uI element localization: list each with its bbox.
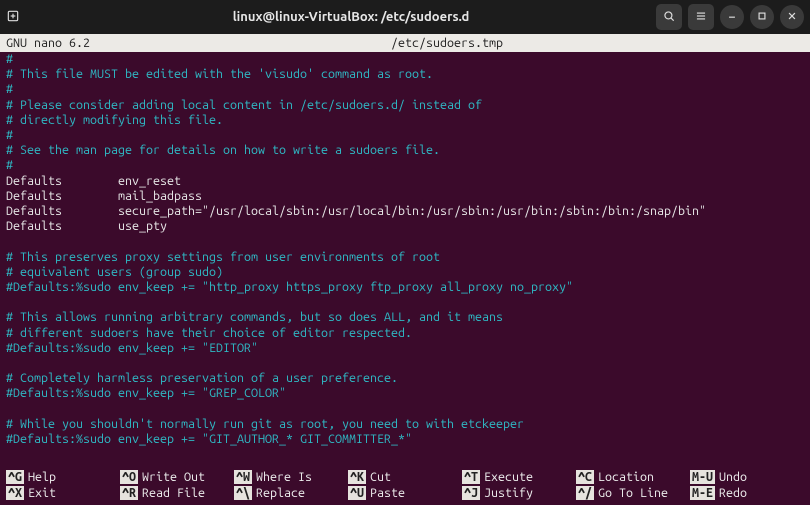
editor-line: # equivalent users (group sudo) <box>6 265 804 280</box>
editor-line: # <box>6 52 804 67</box>
close-button[interactable] <box>780 5 804 29</box>
editor-line: Defaults secure_path="/usr/local/sbin:/u… <box>6 204 804 219</box>
shortcut-item[interactable]: ^T Execute <box>462 469 576 485</box>
shortcut-key: ^J <box>462 486 480 500</box>
shortcut-label: Execute <box>484 470 533 484</box>
shortcut-key: ^K <box>348 470 366 484</box>
shortcut-item[interactable]: M-E Redo <box>690 485 804 501</box>
shortcut-item[interactable]: ^W Where Is <box>234 469 348 485</box>
nano-filename: /etc/sudoers.tmp <box>90 36 804 50</box>
window-titlebar: linux@linux-VirtualBox: /etc/sudoers.d <box>0 0 810 34</box>
shortcut-label: Cut <box>370 470 391 484</box>
shortcut-label: Write Out <box>142 470 205 484</box>
editor-line: Defaults mail_badpass <box>6 189 804 204</box>
editor-line <box>6 356 804 371</box>
minimize-icon <box>725 9 739 26</box>
editor-line: # different sudoers have their choice of… <box>6 326 804 341</box>
shortcut-item[interactable]: ^J Justify <box>462 485 576 501</box>
shortcut-label: Where Is <box>256 470 312 484</box>
shortcut-key: ^/ <box>576 486 594 500</box>
titlebar-right <box>656 4 804 30</box>
shortcut-label: Go To Line <box>598 486 668 500</box>
shortcut-item[interactable]: ^O Write Out <box>120 469 234 485</box>
shortcut-label: Location <box>598 470 654 484</box>
editor-line: # This allows running arbitrary commands… <box>6 310 804 325</box>
editor-line: # Completely harmless preservation of a … <box>6 371 804 386</box>
minimize-button[interactable] <box>720 5 744 29</box>
shortcut-key: M-U <box>690 470 715 484</box>
editor-content[interactable]: ## This file MUST be edited with the 'vi… <box>0 52 810 451</box>
shortcut-label: Exit <box>28 486 56 500</box>
new-tab-icon[interactable] <box>6 9 20 26</box>
editor-line: #Defaults:%sudo env_keep += "http_proxy … <box>6 280 804 295</box>
shortcut-key: ^U <box>348 486 366 500</box>
editor-line <box>6 295 804 310</box>
hamburger-icon <box>694 9 708 26</box>
shortcut-label: Paste <box>370 486 405 500</box>
editor-line: Defaults use_pty <box>6 219 804 234</box>
shortcut-item[interactable]: ^R Read File <box>120 485 234 501</box>
shortcut-item[interactable]: ^G Help <box>6 469 120 485</box>
editor-line <box>6 402 804 417</box>
shortcut-key: ^C <box>576 470 594 484</box>
shortcut-label: Redo <box>719 486 747 500</box>
editor-line: # <box>6 158 804 173</box>
shortcut-key: ^G <box>6 470 24 484</box>
menu-button[interactable] <box>688 4 714 30</box>
shortcut-key: ^X <box>6 486 24 500</box>
editor-line: # While you shouldn't normally run git a… <box>6 417 804 432</box>
maximize-button[interactable] <box>750 5 774 29</box>
shortcut-key: M-E <box>690 486 715 500</box>
shortcut-item[interactable]: ^K Cut <box>348 469 462 485</box>
shortcut-key: ^O <box>120 470 138 484</box>
shortcut-item[interactable]: M-U Undo <box>690 469 804 485</box>
shortcut-key: ^R <box>120 486 138 500</box>
editor-line: # This file MUST be edited with the 'vis… <box>6 67 804 82</box>
editor-line: Defaults env_reset <box>6 174 804 189</box>
shortcut-item[interactable]: ^C Location <box>576 469 690 485</box>
editor-line: #Defaults:%sudo env_keep += "EDITOR" <box>6 341 804 356</box>
search-icon <box>662 9 676 26</box>
shortcut-item[interactable]: ^U Paste <box>348 485 462 501</box>
titlebar-left <box>6 9 46 26</box>
nano-version: GNU nano 6.2 <box>6 36 90 50</box>
editor-line: #Defaults:%sudo env_keep += "GREP_COLOR" <box>6 386 804 401</box>
shortcut-label: Read File <box>142 486 205 500</box>
shortcut-item[interactable]: ^/ Go To Line <box>576 485 690 501</box>
shortcut-label: Help <box>28 470 56 484</box>
shortcut-key: ^T <box>462 470 480 484</box>
close-icon <box>785 9 799 26</box>
nano-shortcut-bar: ^G Help ^O Write Out ^W Where Is ^K Cut ^T Execut… <box>6 469 804 501</box>
editor-line: # See the man page for details on how to… <box>6 143 804 158</box>
maximize-icon <box>755 9 769 26</box>
nano-statusbar: GNU nano 6.2 /etc/sudoers.tmp <box>0 34 810 52</box>
editor-line: # This preserves proxy settings from use… <box>6 250 804 265</box>
shortcut-label: Undo <box>719 470 747 484</box>
shortcut-item[interactable]: ^X Exit <box>6 485 120 501</box>
editor-line: # <box>6 82 804 97</box>
editor-line: # Please consider adding local content i… <box>6 98 804 113</box>
search-button[interactable] <box>656 4 682 30</box>
window-title: linux@linux-VirtualBox: /etc/sudoers.d <box>46 10 656 24</box>
editor-line: #Defaults:%sudo env_keep += "GIT_AUTHOR_… <box>6 432 804 447</box>
shortcut-key: ^\ <box>234 486 252 500</box>
editor-line: # directly modifying this file. <box>6 113 804 128</box>
editor-line <box>6 234 804 249</box>
shortcut-item[interactable]: ^\ Replace <box>234 485 348 501</box>
shortcut-label: Justify <box>484 486 533 500</box>
editor-line: # <box>6 128 804 143</box>
shortcut-label: Replace <box>256 486 305 500</box>
shortcut-key: ^W <box>234 470 252 484</box>
